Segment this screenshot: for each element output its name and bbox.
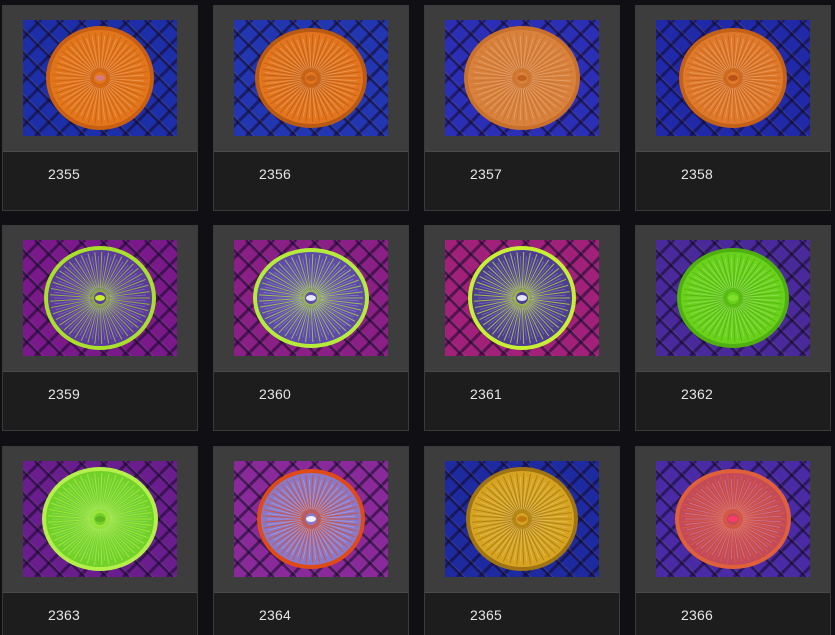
item-number-label[interactable]: 2360 (259, 386, 291, 402)
item-number-label[interactable]: 2366 (681, 607, 713, 623)
item-caption: 2362 (636, 372, 830, 430)
item-number-label[interactable]: 2364 (259, 607, 291, 623)
coral-gallery: 2355 2356 2357 2358 2359 2360 2361 2362 2363 2364… (0, 0, 835, 635)
coral-photo[interactable] (23, 20, 177, 136)
gallery-item-2366[interactable]: 2366 (635, 446, 831, 635)
item-caption: 2359 (3, 372, 197, 430)
item-number-label[interactable]: 2357 (470, 166, 502, 182)
thumbnail-frame (636, 226, 830, 372)
item-caption: 2356 (214, 152, 408, 210)
gallery-item-2359[interactable]: 2359 (2, 225, 198, 431)
item-number-label[interactable]: 2356 (259, 166, 291, 182)
thumbnail-frame (3, 447, 197, 593)
gallery-item-2358[interactable]: 2358 (635, 5, 831, 211)
item-caption: 2357 (425, 152, 619, 210)
coral-photo[interactable] (656, 20, 810, 136)
coral-photo[interactable] (445, 240, 599, 356)
thumbnail-frame (425, 226, 619, 372)
item-caption: 2363 (3, 593, 197, 635)
gallery-item-2360[interactable]: 2360 (213, 225, 409, 431)
thumbnail-frame (425, 6, 619, 152)
item-caption: 2364 (214, 593, 408, 635)
item-caption: 2360 (214, 372, 408, 430)
item-number-label[interactable]: 2365 (470, 607, 502, 623)
coral-photo[interactable] (656, 461, 810, 577)
item-number-label[interactable]: 2362 (681, 386, 713, 402)
gallery-item-2363[interactable]: 2363 (2, 446, 198, 635)
item-number-label[interactable]: 2355 (48, 166, 80, 182)
coral-photo[interactable] (445, 461, 599, 577)
item-number-label[interactable]: 2359 (48, 386, 80, 402)
item-caption: 2366 (636, 593, 830, 635)
coral-photo[interactable] (234, 240, 388, 356)
coral-photo[interactable] (445, 20, 599, 136)
item-number-label[interactable]: 2361 (470, 386, 502, 402)
thumbnail-frame (214, 447, 408, 593)
thumbnail-frame (425, 447, 619, 593)
item-number-label[interactable]: 2363 (48, 607, 80, 623)
thumbnail-frame (214, 226, 408, 372)
gallery-item-2357[interactable]: 2357 (424, 5, 620, 211)
item-caption: 2358 (636, 152, 830, 210)
thumbnail-frame (214, 6, 408, 152)
thumbnail-frame (636, 447, 830, 593)
gallery-item-2355[interactable]: 2355 (2, 5, 198, 211)
thumbnail-frame (3, 226, 197, 372)
thumbnail-frame (3, 6, 197, 152)
gallery-item-2361[interactable]: 2361 (424, 225, 620, 431)
item-number-label[interactable]: 2358 (681, 166, 713, 182)
coral-photo[interactable] (23, 240, 177, 356)
coral-photo[interactable] (234, 20, 388, 136)
item-caption: 2361 (425, 372, 619, 430)
gallery-item-2365[interactable]: 2365 (424, 446, 620, 635)
coral-photo[interactable] (23, 461, 177, 577)
gallery-item-2362[interactable]: 2362 (635, 225, 831, 431)
coral-photo[interactable] (234, 461, 388, 577)
thumbnail-frame (636, 6, 830, 152)
gallery-item-2364[interactable]: 2364 (213, 446, 409, 635)
item-caption: 2365 (425, 593, 619, 635)
gallery-item-2356[interactable]: 2356 (213, 5, 409, 211)
item-caption: 2355 (3, 152, 197, 210)
coral-photo[interactable] (656, 240, 810, 356)
